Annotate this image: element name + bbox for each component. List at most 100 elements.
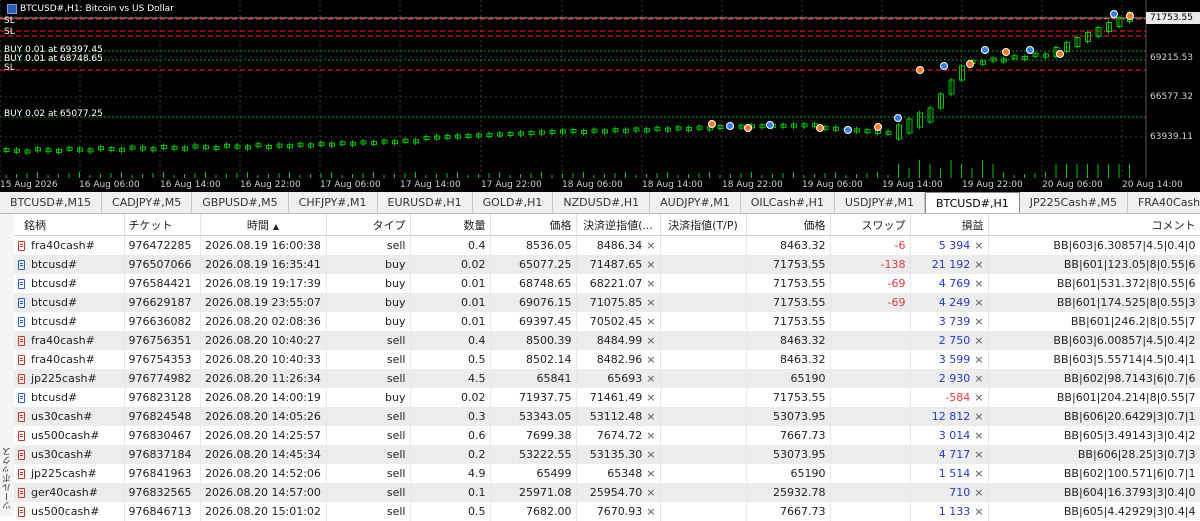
position-row[interactable]: us500cash# 976830467 2026.08.20 14:25:57 se… (14, 426, 1200, 445)
close-position-icon[interactable]: × (974, 334, 983, 347)
chart-tab[interactable]: USDJPY#,M1 (835, 192, 925, 213)
close-position-icon[interactable]: × (974, 315, 983, 328)
stop-loss-cell[interactable]: × 70502.45 (576, 312, 661, 331)
chart-tab[interactable]: FRA40Cash#,H1 (1128, 192, 1200, 213)
remove-stop-loss-icon[interactable]: × (646, 448, 655, 461)
chart-tab[interactable]: GOLD#,H1 (473, 192, 554, 213)
remove-stop-loss-icon[interactable]: × (646, 353, 655, 366)
position-row[interactable]: btcusd# 976507066 2026.08.19 16:35:41 buy 0.… (14, 255, 1200, 274)
take-profit-cell[interactable] (660, 235, 747, 255)
take-profit-cell[interactable] (660, 369, 747, 388)
remove-stop-loss-icon[interactable]: × (646, 239, 655, 252)
position-row[interactable]: fra40cash# 976754353 2026.08.20 10:40:33 se… (14, 350, 1200, 369)
close-position-icon[interactable]: × (974, 258, 983, 271)
close-position-icon[interactable]: × (974, 429, 983, 442)
remove-stop-loss-icon[interactable]: × (646, 410, 655, 423)
take-profit-cell[interactable] (660, 350, 747, 369)
take-profit-cell[interactable] (660, 407, 747, 426)
position-row[interactable]: btcusd# 976636082 2026.08.20 02:08:36 buy 0.… (14, 312, 1200, 331)
chart-tab[interactable]: JP225Cash#,M5 (1020, 192, 1128, 213)
stop-loss-cell[interactable]: × 8486.34 (576, 235, 661, 255)
toolbox-side-label[interactable]: ツールボックス (0, 214, 15, 516)
stop-loss-cell[interactable]: × 68221.07 (576, 274, 661, 293)
chart-tab[interactable]: BTCUSD#,H1 (924, 192, 1020, 213)
col-header-current-price[interactable]: 価格 (746, 214, 831, 236)
chart-tab[interactable]: EURUSD#,H1 (378, 192, 473, 213)
stop-loss-cell[interactable]: × 7674.72 (576, 426, 661, 445)
chart-tab[interactable]: AUDJPY#,M1 (650, 192, 741, 213)
stop-loss-cell[interactable]: × 8484.99 (576, 331, 661, 350)
chart-tab[interactable]: BTCUSD#,M15 (0, 192, 103, 213)
close-position-icon[interactable]: × (974, 239, 983, 252)
take-profit-cell[interactable] (660, 426, 747, 445)
take-profit-cell[interactable] (660, 483, 747, 502)
close-position-icon[interactable]: × (974, 467, 983, 480)
position-row[interactable]: btcusd# 976584421 2026.08.19 19:17:39 buy 0.… (14, 274, 1200, 293)
take-profit-cell[interactable] (660, 331, 747, 350)
col-header-ticket[interactable]: チケット (124, 214, 201, 236)
remove-stop-loss-icon[interactable]: × (646, 429, 655, 442)
close-position-icon[interactable]: × (974, 353, 983, 366)
col-header-swap[interactable]: スワップ (830, 214, 911, 236)
remove-stop-loss-icon[interactable]: × (646, 296, 655, 309)
close-position-icon[interactable]: × (974, 277, 983, 290)
position-row[interactable]: jp225cash# 976774982 2026.08.20 11:26:34 se… (14, 369, 1200, 388)
position-row[interactable]: jp225cash# 976841963 2026.08.20 14:52:06 se… (14, 464, 1200, 483)
col-header-volume[interactable]: 数量 (410, 214, 491, 236)
col-header-type[interactable]: タイプ (326, 214, 411, 236)
col-header-comment[interactable]: コメント (988, 214, 1200, 236)
col-header-stop-loss[interactable]: 決済逆指値(... (576, 214, 661, 236)
take-profit-cell[interactable] (660, 293, 747, 312)
col-header-take-profit[interactable]: 決済指値(T/P) (660, 214, 747, 236)
close-position-icon[interactable]: × (974, 296, 983, 309)
chart-tab[interactable]: CHFJPY#,M1 (289, 192, 378, 213)
take-profit-cell[interactable] (660, 464, 747, 483)
take-profit-cell[interactable] (660, 312, 747, 331)
take-profit-cell[interactable] (660, 255, 747, 274)
stop-loss-cell[interactable]: × 71075.85 (576, 293, 661, 312)
stop-loss-cell[interactable]: × 71487.65 (576, 255, 661, 274)
remove-stop-loss-icon[interactable]: × (646, 372, 655, 385)
close-position-icon[interactable]: × (974, 486, 983, 499)
col-header-profit[interactable]: 損益 (910, 214, 989, 236)
remove-stop-loss-icon[interactable]: × (646, 391, 655, 404)
chart-tab[interactable]: OILCash#,H1 (741, 192, 835, 213)
chart-tab[interactable]: GBPUSD#,M5 (192, 192, 289, 213)
position-row[interactable]: fra40cash# 976756351 2026.08.20 10:40:27 se… (14, 331, 1200, 350)
remove-stop-loss-icon[interactable]: × (646, 467, 655, 480)
chart-tab[interactable]: NZDUSD#,H1 (553, 192, 651, 213)
close-position-icon[interactable]: × (974, 372, 983, 385)
take-profit-cell[interactable] (660, 502, 747, 521)
stop-loss-cell[interactable]: × 65348 (576, 464, 661, 483)
remove-stop-loss-icon[interactable]: × (646, 258, 655, 271)
position-row[interactable]: fra40cash# 976472285 2026.08.19 16:00:38 se… (14, 235, 1200, 255)
col-header-time[interactable]: 時間 ▲ (200, 214, 327, 236)
position-row[interactable]: us500cash# 976846713 2026.08.20 15:01:02 se… (14, 502, 1200, 521)
remove-stop-loss-icon[interactable]: × (646, 486, 655, 499)
remove-stop-loss-icon[interactable]: × (646, 277, 655, 290)
take-profit-cell[interactable] (660, 274, 747, 293)
chart-tab[interactable]: CADJPY#,M5 (102, 192, 193, 213)
remove-stop-loss-icon[interactable]: × (646, 505, 655, 518)
stop-loss-cell[interactable]: × 71461.49 (576, 388, 661, 407)
stop-loss-cell[interactable]: × 53135.30 (576, 445, 661, 464)
position-row[interactable]: btcusd# 976823128 2026.08.20 14:00:19 buy 0.… (14, 388, 1200, 407)
remove-stop-loss-icon[interactable]: × (646, 334, 655, 347)
close-position-icon[interactable]: × (974, 505, 983, 518)
close-position-icon[interactable]: × (974, 448, 983, 461)
stop-loss-cell[interactable]: × 65693 (576, 369, 661, 388)
stop-loss-cell[interactable]: × 53112.48 (576, 407, 661, 426)
close-position-icon[interactable]: × (974, 410, 983, 423)
col-header-price[interactable]: 価格 (490, 214, 577, 236)
col-header-symbol[interactable]: 銘柄 (14, 214, 125, 236)
price-chart[interactable]: BTCUSD#,H1: Bitcoin vs US Dollar SL SL B… (0, 0, 1200, 192)
position-row[interactable]: btcusd# 976629187 2026.08.19 23:55:07 buy 0.… (14, 293, 1200, 312)
take-profit-cell[interactable] (660, 445, 747, 464)
position-row[interactable]: ger40cash# 976832565 2026.08.20 14:57:00 se… (14, 483, 1200, 502)
position-row[interactable]: us30cash# 976824548 2026.08.20 14:05:26 sel… (14, 407, 1200, 426)
position-row[interactable]: us30cash# 976837184 2026.08.20 14:45:34 sel… (14, 445, 1200, 464)
take-profit-cell[interactable] (660, 388, 747, 407)
remove-stop-loss-icon[interactable]: × (646, 315, 655, 328)
close-position-icon[interactable]: × (974, 391, 983, 404)
stop-loss-cell[interactable]: × 25954.70 (576, 483, 661, 502)
